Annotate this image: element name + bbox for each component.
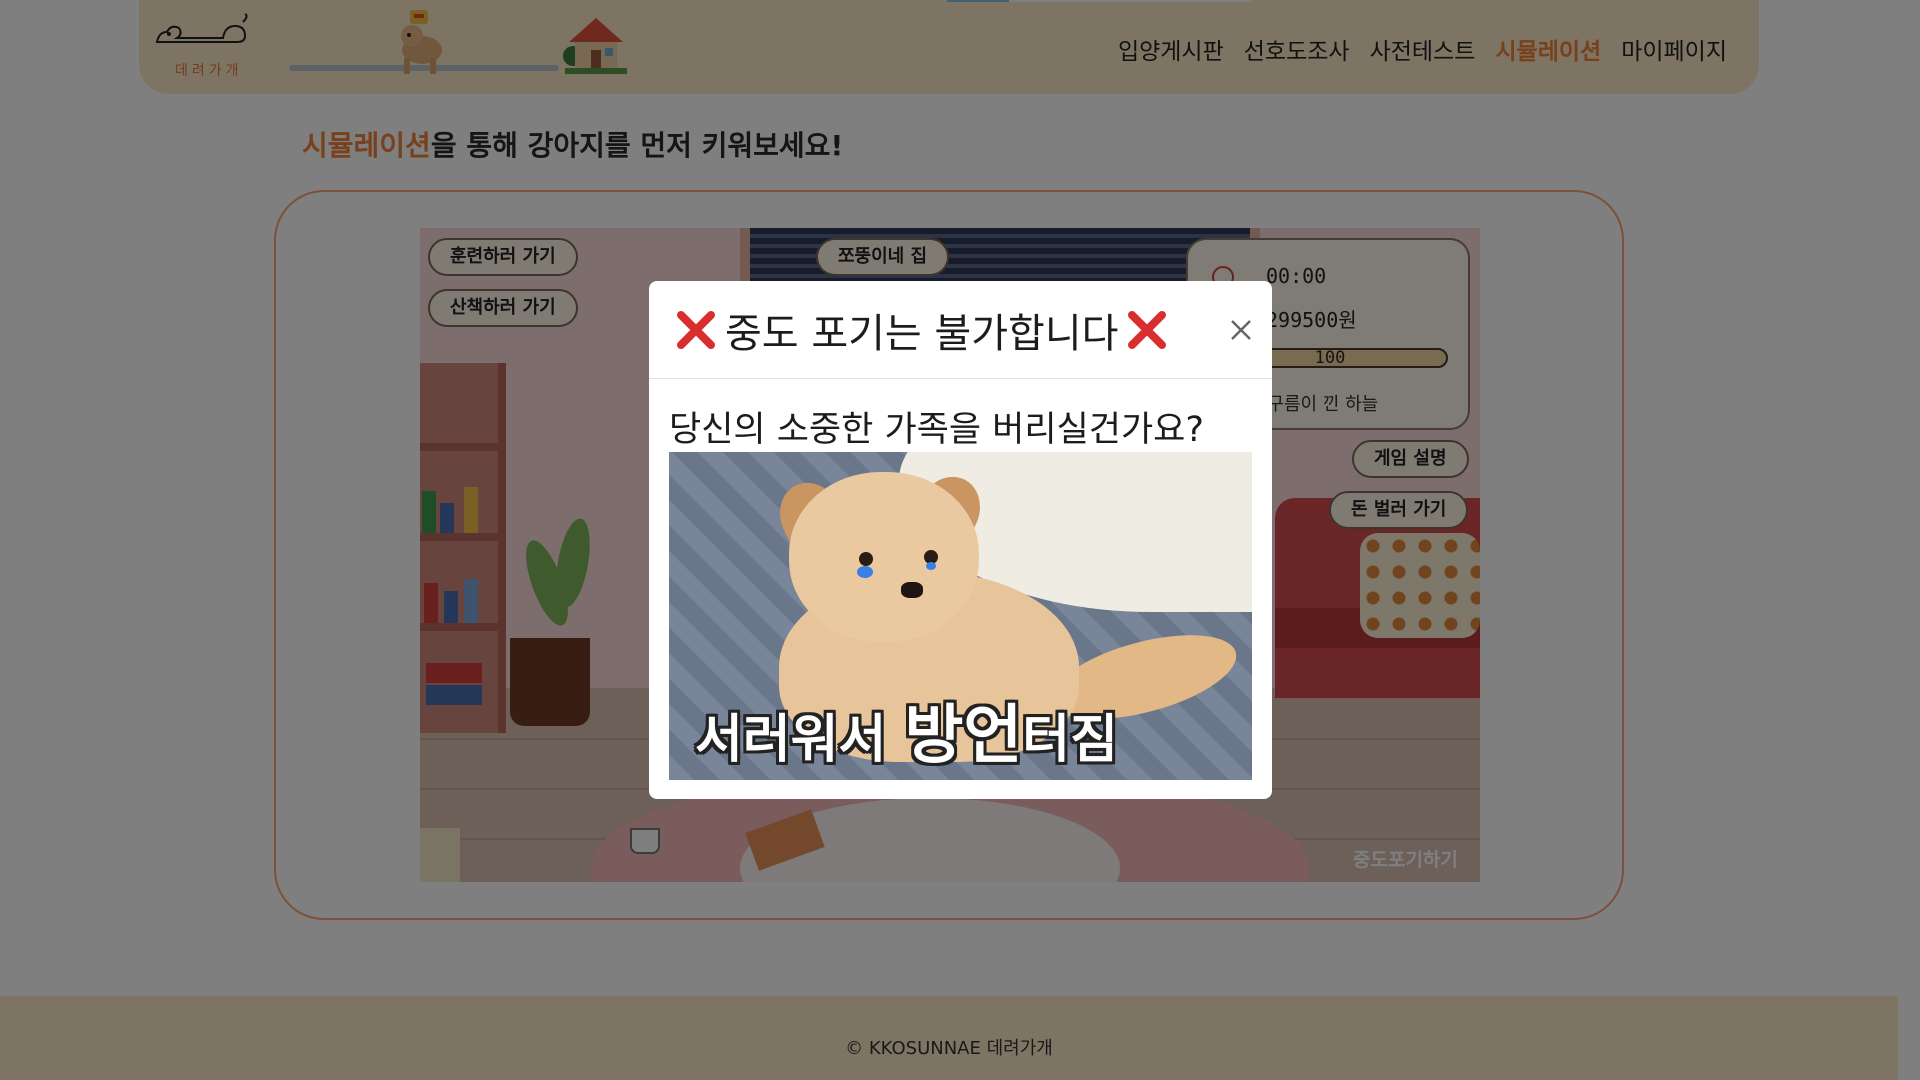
close-icon — [1231, 320, 1251, 340]
caption-part-3: 터짐 — [1022, 710, 1118, 770]
modal-title: 중도 포기는 불가합니다 — [675, 301, 1168, 359]
modal-close-button[interactable] — [1226, 315, 1256, 345]
modal-title-text: 중도 포기는 불가합니다 — [725, 311, 1119, 357]
modal-header: 중도 포기는 불가합니다 — [649, 281, 1272, 379]
image-caption: 서러워서 방언터짐 — [695, 684, 1118, 776]
modal-message: 당신의 소중한 가족을 버리실건가요? — [669, 410, 1204, 450]
caption-part-2: 방언 — [904, 699, 1023, 773]
red-x-icon — [677, 311, 715, 349]
crying-puppy-image: 서러워서 방언터짐 — [669, 452, 1252, 780]
quit-warning-modal: 중도 포기는 불가합니다 당신의 소중한 가족을 버리실건가요? 서러워서 방언… — [649, 281, 1272, 799]
red-x-icon — [1128, 311, 1167, 349]
caption-part-1: 서러워서 — [695, 710, 905, 770]
